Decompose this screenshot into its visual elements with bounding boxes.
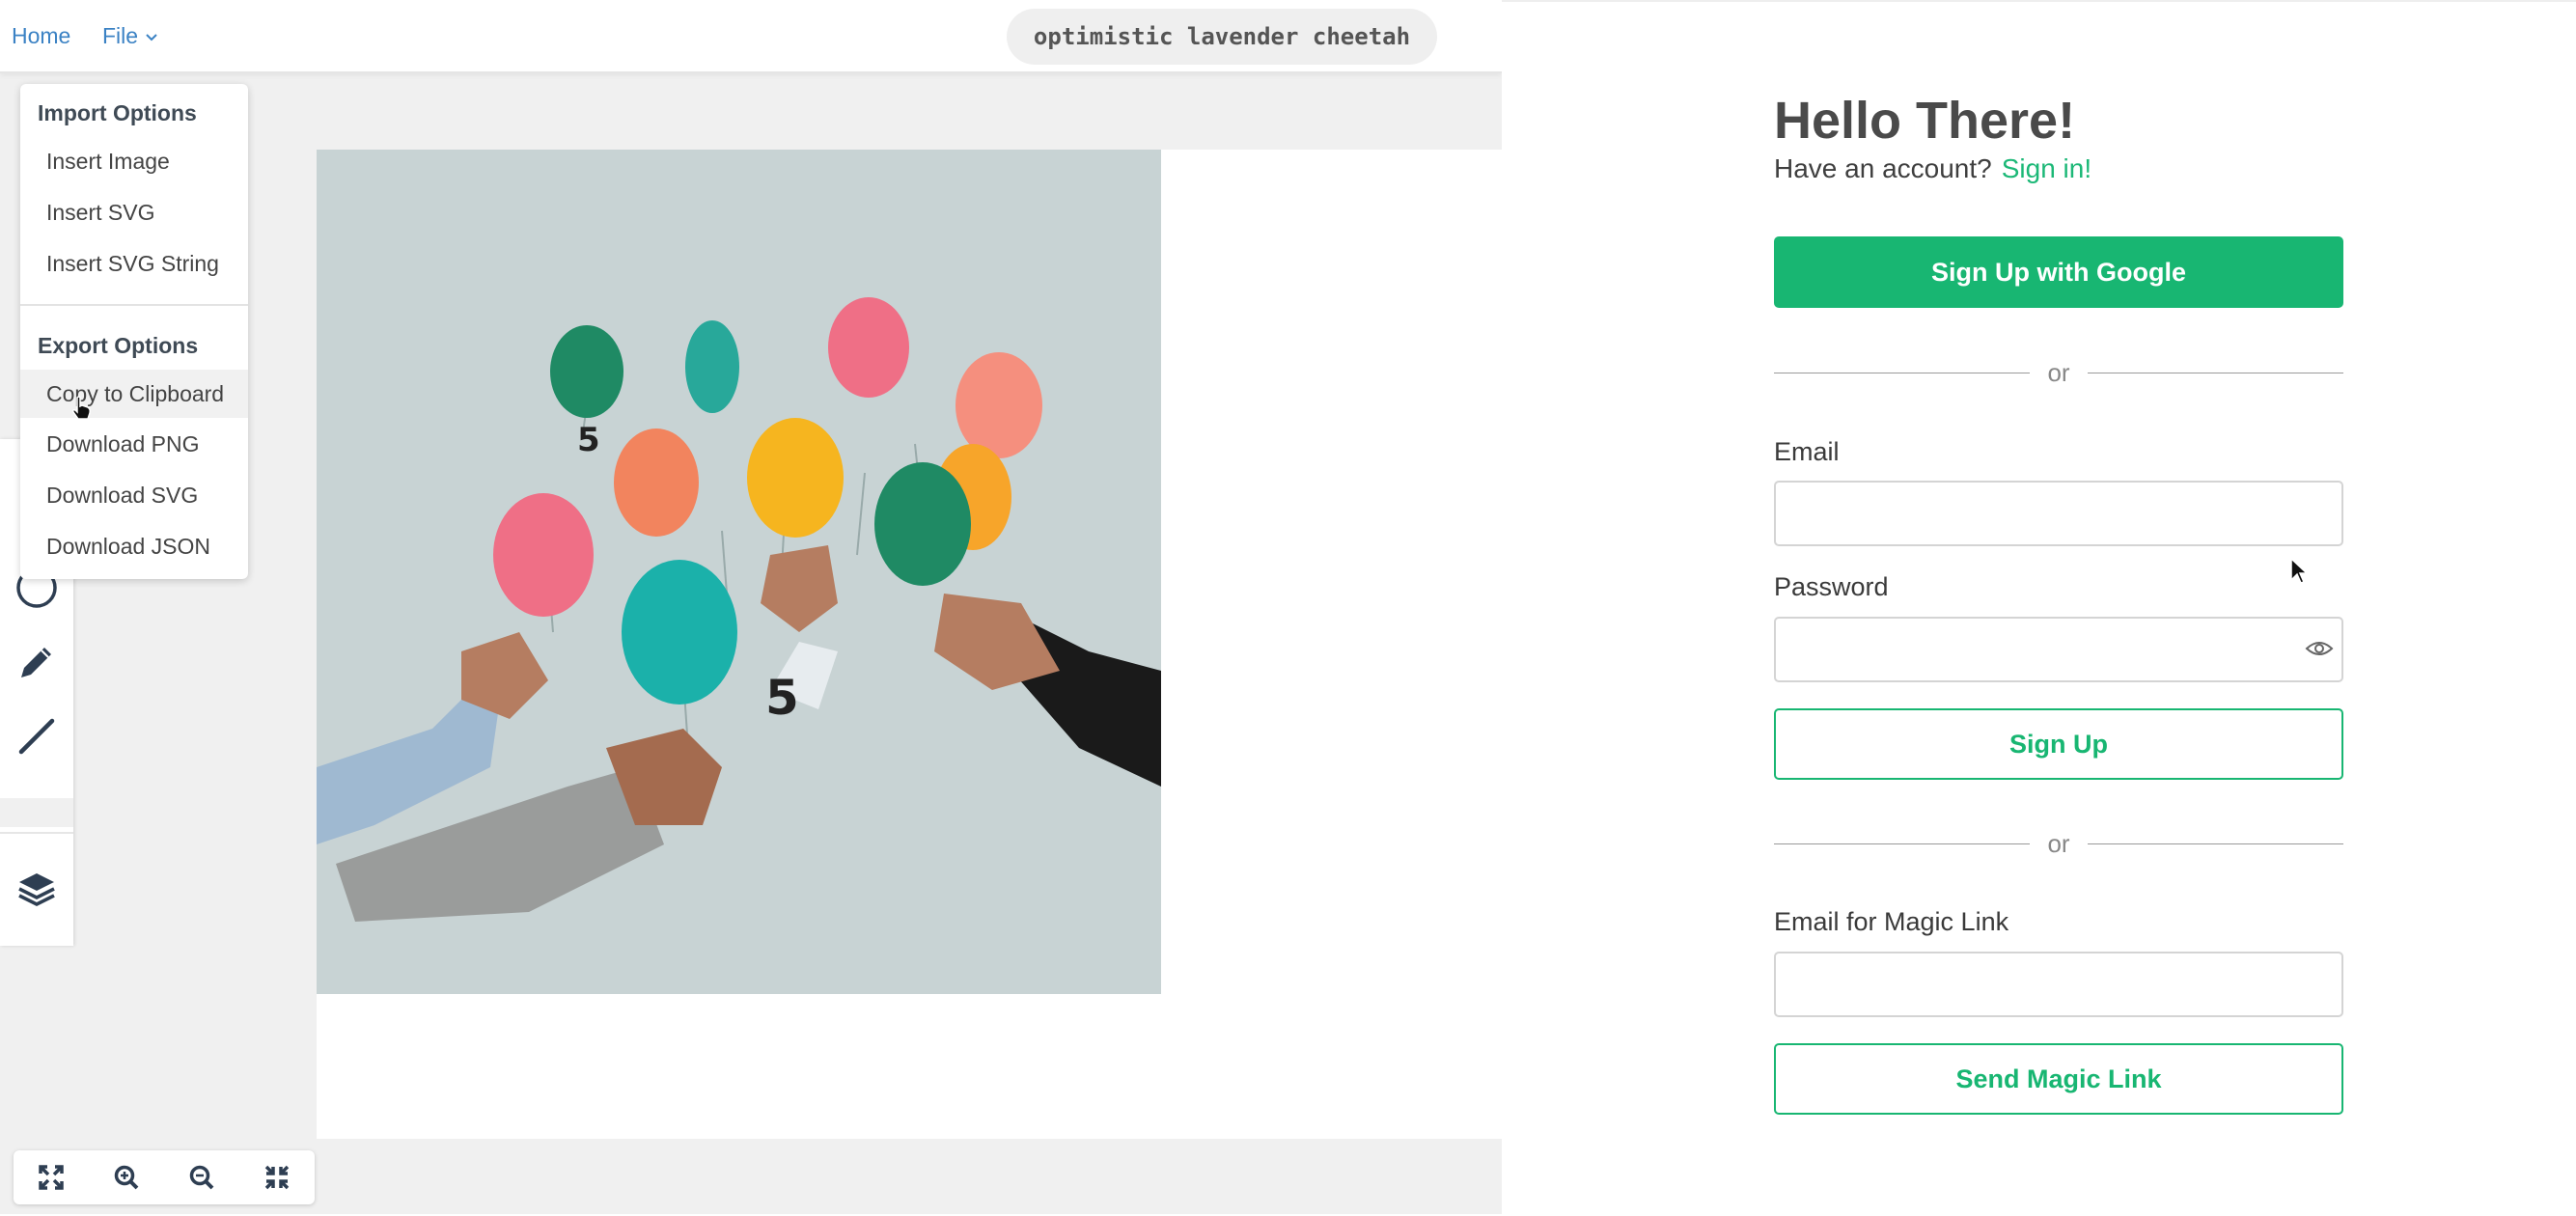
shrink-button[interactable] xyxy=(258,1158,296,1197)
svg-text:5: 5 xyxy=(577,421,600,459)
or-divider-2: or xyxy=(1774,829,2343,858)
menu-item-insert-svg-string[interactable]: Insert SVG String xyxy=(20,239,248,288)
menu-divider xyxy=(20,304,248,306)
line-icon xyxy=(18,718,55,755)
svg-text:5: 5 xyxy=(765,670,799,726)
menu-item-insert-image[interactable]: Insert Image xyxy=(20,137,248,185)
email-field[interactable] xyxy=(1774,481,2343,546)
zoom-in-button[interactable] xyxy=(107,1158,146,1197)
menu-item-copy-to-clipboard[interactable]: Copy to Clipboard xyxy=(20,370,248,418)
sign-in-link[interactable]: Sign in! xyxy=(2002,153,2091,183)
line-tool[interactable] xyxy=(12,711,62,761)
toolbar-divider xyxy=(0,832,73,834)
send-magic-link-button[interactable]: Send Magic Link xyxy=(1774,1043,2343,1115)
chevron-down-icon xyxy=(146,33,157,41)
divider-line-right xyxy=(2088,843,2343,844)
pencil-icon xyxy=(21,648,51,677)
password-label: Password xyxy=(1774,572,1889,601)
sign-up-button[interactable]: Sign Up xyxy=(1774,708,2343,780)
menu-item-download-png[interactable]: Download PNG xyxy=(20,420,248,468)
magic-link-email-field[interactable] xyxy=(1774,952,2343,1017)
menu-item-download-json[interactable]: Download JSON xyxy=(20,522,248,570)
have-account-text: Have an account? Sign in! xyxy=(1774,153,2091,184)
fit-screen-button[interactable] xyxy=(32,1158,70,1197)
menu-item-download-svg[interactable]: Download SVG xyxy=(20,471,248,519)
import-options-heading: Import Options xyxy=(38,100,197,125)
drawing-editor: Home File optimistic lavender cheetah 5 … xyxy=(0,0,1502,1214)
sign-up-with-google-button[interactable]: Sign Up with Google xyxy=(1774,236,2343,308)
fit-screen-icon xyxy=(39,1165,64,1190)
mouse-pointer-icon xyxy=(2290,557,2309,584)
password-field[interactable] xyxy=(1774,617,2343,682)
zoom-out-button[interactable] xyxy=(182,1158,221,1197)
magic-link-email-label: Email for Magic Link xyxy=(1774,907,2009,936)
signup-panel: Hello There! Have an account? Sign in! Si… xyxy=(1502,0,2576,1216)
nav-home-link[interactable]: Home xyxy=(12,23,70,49)
email-label: Email xyxy=(1774,437,1840,466)
zoom-controls xyxy=(14,1150,315,1204)
export-options-heading: Export Options xyxy=(38,333,199,358)
toolbar-gap xyxy=(0,798,73,827)
shrink-icon xyxy=(264,1165,290,1190)
editor-top-bar: Home File optimistic lavender cheetah xyxy=(0,0,1502,73)
or-divider: or xyxy=(1774,358,2343,387)
zoom-in-icon xyxy=(114,1165,139,1190)
hand-cursor-icon xyxy=(72,396,91,420)
eye-icon[interactable] xyxy=(2305,637,2334,660)
layers-button[interactable] xyxy=(12,864,62,914)
layers-icon xyxy=(18,873,55,906)
zoom-out-icon xyxy=(189,1165,214,1190)
balloons-illustration: 5 5 xyxy=(317,297,1161,922)
pencil-tool[interactable] xyxy=(12,637,62,687)
page-title: Hello There! xyxy=(1774,92,2076,150)
menu-item-insert-svg[interactable]: Insert SVG xyxy=(20,188,248,236)
balloons-artwork-image[interactable]: 5 5 xyxy=(317,150,1161,994)
file-dropdown-menu: Import Options Insert Image Insert SVG I… xyxy=(20,84,248,579)
have-account-label: Have an account? xyxy=(1774,153,1992,183)
project-name-badge[interactable]: optimistic lavender cheetah xyxy=(1007,9,1437,65)
nav-file-label: File xyxy=(102,23,139,48)
nav-file-menu[interactable]: File xyxy=(102,23,159,49)
